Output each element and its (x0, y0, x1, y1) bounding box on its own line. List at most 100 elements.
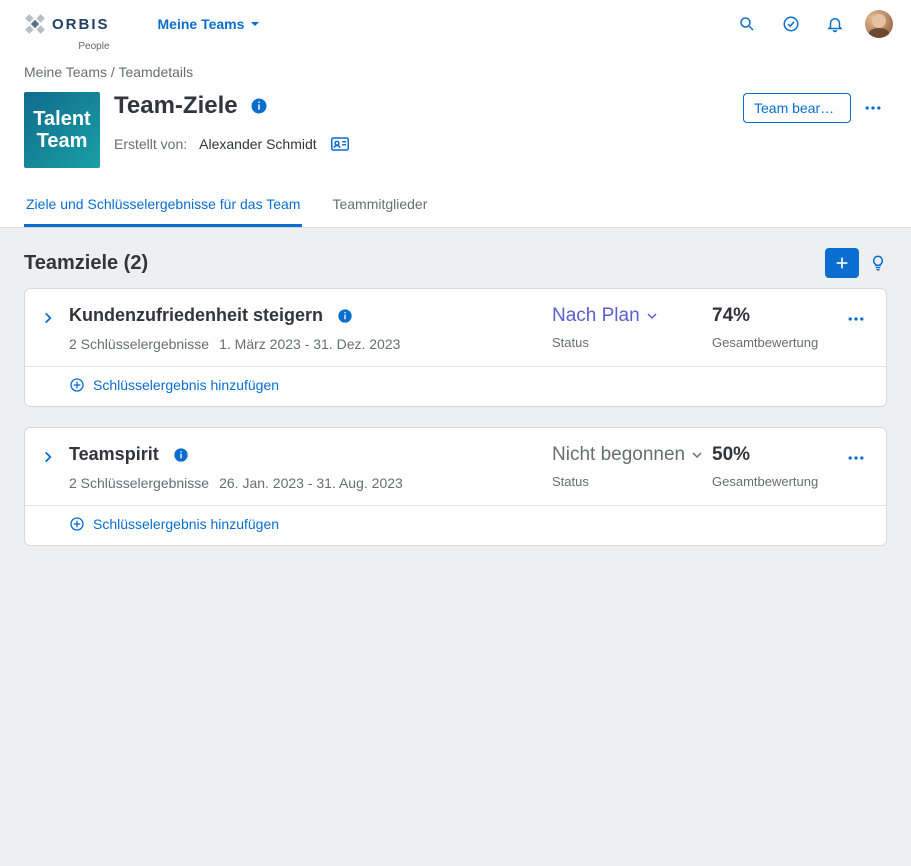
score-column: 74% Gesamtbewertung (712, 305, 842, 350)
goal-overflow-button[interactable] (842, 305, 870, 333)
title-info-button[interactable] (250, 97, 268, 115)
caret-down-icon (250, 19, 260, 29)
section-header: Teamziele (2) (24, 240, 887, 288)
chevron-down-icon (691, 449, 703, 461)
object-left: Talent Team Team-Ziele Erstellt von: Ale… (24, 92, 349, 168)
id-card-icon (331, 137, 349, 151)
object-actions: Team bearbei... (743, 92, 887, 124)
goal-main: Kundenzufriedenheit steigern 2 Schlüssel… (25, 289, 886, 366)
shell-header: ORBIS People Meine Teams (0, 0, 911, 48)
chevron-right-icon (41, 311, 55, 325)
goal-title-column: Kundenzufriedenheit steigern 2 Schlüssel… (63, 305, 552, 352)
goal-info-button[interactable] (173, 447, 189, 463)
status-column: Nach Plan Status (552, 305, 712, 350)
check-circle-icon (782, 15, 800, 33)
logo-icon (19, 8, 50, 39)
logo-brand: ORBIS (52, 16, 110, 33)
info-icon (250, 97, 268, 115)
creator-name: Alexander Schmidt (199, 136, 317, 152)
page-title-row: Team-Ziele (114, 92, 349, 120)
object-info: Team-Ziele Erstellt von: Alexander Schmi… (114, 92, 349, 168)
goal-info-button[interactable] (337, 308, 353, 324)
status-dropdown[interactable]: Nach Plan (552, 305, 712, 327)
object-header: Talent Team Team-Ziele Erstellt von: Ale… (24, 92, 887, 168)
score-label: Gesamtbewertung (712, 335, 842, 350)
lightbulb-icon (869, 254, 887, 272)
plus-circle-icon (69, 377, 85, 393)
score-label: Gesamtbewertung (712, 474, 842, 489)
tab-members[interactable]: Teammitglieder (330, 186, 429, 227)
team-avatar-line1: Talent (33, 108, 90, 130)
status-value: Nach Plan (552, 305, 640, 327)
edit-team-button[interactable]: Team bearbei... (743, 93, 851, 123)
shell-left: ORBIS People Meine Teams (0, 0, 272, 48)
notifications-button[interactable] (815, 4, 855, 44)
breadcrumb: Meine Teams / Teamdetails (24, 64, 887, 80)
goal-kr-count: 2 Schlüsselergebnisse (69, 336, 209, 352)
status-column: Nicht begonnen Status (552, 444, 712, 489)
goal-card: Teamspirit 2 Schlüsselergebnisse 26. Jan… (24, 427, 887, 546)
hint-button[interactable] (869, 254, 887, 272)
search-icon (738, 15, 756, 33)
content: Teamziele (2) Kundenzufriedenheit steige… (0, 228, 911, 578)
goal-main: Teamspirit 2 Schlüsselergebnisse 26. Jan… (25, 428, 886, 505)
goal-daterange: 1. März 2023 - 31. Dez. 2023 (219, 336, 400, 352)
goal-footer: Schlüsselergebnis hinzufügen (25, 366, 886, 406)
chevron-down-icon (646, 310, 658, 322)
breadcrumb-sep: / (111, 64, 115, 80)
breadcrumb-root[interactable]: Meine Teams (24, 64, 107, 80)
header-overflow-button[interactable] (859, 92, 887, 124)
expand-toggle[interactable] (41, 450, 63, 464)
goal-title-column: Teamspirit 2 Schlüsselergebnisse 26. Jan… (63, 444, 552, 491)
score-column: 50% Gesamtbewertung (712, 444, 842, 489)
goal-daterange: 26. Jan. 2023 - 31. Aug. 2023 (219, 475, 403, 491)
info-icon (173, 447, 189, 463)
section-title: Teamziele (2) (24, 252, 148, 275)
breadcrumb-current: Teamdetails (118, 64, 193, 80)
dots-icon (846, 309, 866, 329)
add-key-result-button[interactable]: Schlüsselergebnis hinzufügen (69, 377, 279, 393)
contact-card-button[interactable] (331, 137, 349, 151)
logo[interactable]: ORBIS People (0, 13, 146, 35)
creator-row: Erstellt von: Alexander Schmidt (114, 136, 349, 152)
page-title: Team-Ziele (114, 92, 238, 120)
add-kr-label: Schlüsselergebnis hinzufügen (93, 377, 279, 393)
goal-kr-count: 2 Schlüsselergebnisse (69, 475, 209, 491)
tab-okrs[interactable]: Ziele und Schlüsselergebnisse für das Te… (24, 186, 302, 227)
dots-icon (863, 98, 883, 118)
info-icon (337, 308, 353, 324)
add-key-result-button[interactable]: Schlüsselergebnis hinzufügen (69, 516, 279, 532)
score-value: 74% (712, 305, 842, 327)
status-value: Nicht begonnen (552, 444, 685, 466)
plus-icon (834, 255, 850, 271)
status-label: Status (552, 474, 712, 489)
goal-title[interactable]: Kundenzufriedenheit steigern (69, 305, 323, 326)
add-kr-label: Schlüsselergebnis hinzufügen (93, 516, 279, 532)
tabs: Ziele und Schlüsselergebnisse für das Te… (24, 186, 887, 227)
bell-icon (826, 15, 844, 33)
goal-meta: 2 Schlüsselergebnisse 1. März 2023 - 31.… (69, 336, 552, 352)
goal-overflow-button[interactable] (842, 444, 870, 472)
goal-meta: 2 Schlüsselergebnisse 26. Jan. 2023 - 31… (69, 475, 552, 491)
goal-card: Kundenzufriedenheit steigern 2 Schlüssel… (24, 288, 887, 407)
section-actions (825, 248, 887, 278)
nav-my-teams-dropdown[interactable]: Meine Teams (146, 0, 273, 48)
creator-label: Erstellt von: (114, 136, 187, 152)
status-dropdown[interactable]: Nicht begonnen (552, 444, 712, 466)
expand-toggle[interactable] (41, 311, 63, 325)
dots-icon (846, 448, 866, 468)
chevron-right-icon (41, 450, 55, 464)
page-header: Meine Teams / Teamdetails Talent Team Te… (0, 48, 911, 228)
avatar (865, 10, 893, 38)
status-label: Status (552, 335, 712, 350)
user-avatar-button[interactable] (859, 4, 899, 44)
add-goal-button[interactable] (825, 248, 859, 278)
plus-circle-icon (69, 516, 85, 532)
goal-footer: Schlüsselergebnis hinzufügen (25, 505, 886, 545)
team-avatar-line2: Team (37, 130, 88, 152)
logo-sub: People (78, 41, 109, 52)
tasks-button[interactable] (771, 4, 811, 44)
search-button[interactable] (727, 4, 767, 44)
goal-title[interactable]: Teamspirit (69, 444, 159, 465)
team-avatar: Talent Team (24, 92, 100, 168)
